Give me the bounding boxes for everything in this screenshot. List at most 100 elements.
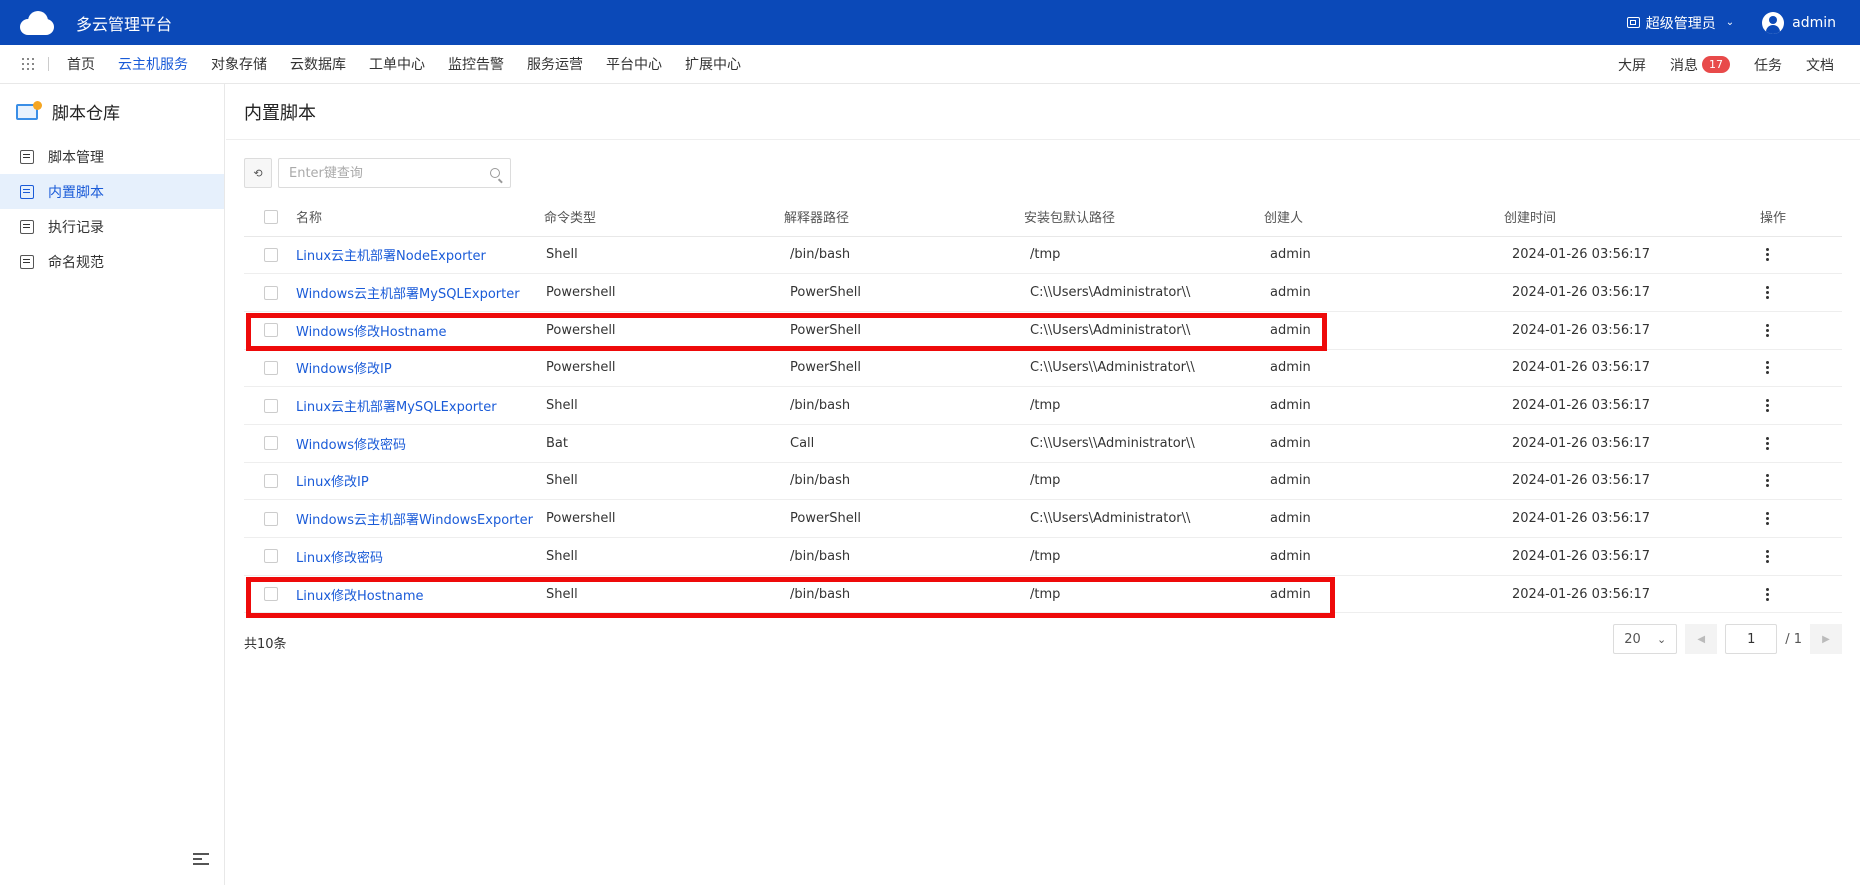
sidebar-item[interactable]: 执行记录 <box>0 209 224 244</box>
nav-item[interactable]: 云数据库 <box>290 54 346 74</box>
sidebar-item[interactable]: 脚本管理 <box>0 139 224 174</box>
nav-bar: 首页 云主机服务 对象存储 云数据库 工单中心 监控告警 服务运营 平台中心 扩展中心 大屏 消… <box>0 45 1860 84</box>
script-name-link[interactable]: Windows修改IP <box>296 362 392 377</box>
more-vertical-icon[interactable] <box>1766 361 1769 375</box>
nav-item[interactable]: 监控告警 <box>448 54 504 74</box>
refresh-button[interactable]: ⟲ <box>244 158 272 188</box>
row-checkbox[interactable] <box>264 511 278 526</box>
select-all-checkbox[interactable] <box>264 209 278 224</box>
cell-interpreter: PowerShell <box>790 322 862 338</box>
cell-creator: admin <box>1270 511 1311 527</box>
role-switcher[interactable]: 超级管理员 ⌄ <box>1626 13 1734 33</box>
cell-type: Bat <box>546 435 568 451</box>
chevron-right-icon: ▶ <box>1822 633 1830 645</box>
user-menu[interactable]: admin <box>1762 11 1836 34</box>
more-vertical-icon[interactable] <box>1766 474 1769 488</box>
more-vertical-icon[interactable] <box>1766 399 1769 413</box>
cell-path: /tmp <box>1030 586 1061 602</box>
page-size-select[interactable]: 20 ⌄ <box>1613 624 1678 654</box>
column-header-type: 命令类型 <box>544 198 784 237</box>
refresh-icon: ⟲ <box>253 166 263 180</box>
sidebar: 脚本仓库 脚本管理内置脚本执行记录 命名规范 <box>0 84 225 885</box>
row-checkbox[interactable] <box>264 473 278 488</box>
script-name-link[interactable]: Linux修改Hostname <box>296 589 424 604</box>
row-checkbox[interactable] <box>264 285 278 300</box>
app-title: 多云管理平台 <box>76 14 173 34</box>
nav-item[interactable]: 云主机服务 <box>118 54 188 74</box>
table-row: Linux修改密码 Shell/bin/bash/tmp admin 2024-01-… <box>244 537 1842 576</box>
cell-creator: admin <box>1270 586 1311 602</box>
script-name-link[interactable]: Linux云主机部署MySQLExporter <box>296 400 497 415</box>
script-name-link[interactable]: Windows修改Hostname <box>296 325 447 340</box>
row-checkbox[interactable] <box>264 247 278 262</box>
message-count-badge: 17 <box>1702 56 1730 73</box>
cell-interpreter: /bin/bash <box>790 548 851 564</box>
top-bar: 多云管理平台 超级管理员 ⌄ admin <box>0 0 1860 45</box>
nav-item[interactable]: 工单中心 <box>369 54 425 74</box>
nav-screen[interactable]: 大屏 <box>1618 55 1646 75</box>
script-name-link[interactable]: Windows云主机部署WindowsExporter <box>296 513 533 528</box>
more-vertical-icon[interactable] <box>1766 248 1769 262</box>
sidebar-item[interactable]: 命名规范 <box>0 244 224 279</box>
search-icon[interactable] <box>490 168 500 178</box>
nav-item[interactable]: 首页 <box>67 54 95 74</box>
more-vertical-icon[interactable] <box>1766 512 1769 526</box>
prev-page-button[interactable]: ◀ <box>1685 624 1718 654</box>
page-number-input[interactable] <box>1725 624 1778 654</box>
nav-messages-label: 消息 <box>1670 57 1698 74</box>
script-name-link[interactable]: Linux修改密码 <box>296 551 383 566</box>
script-name-link[interactable]: Linux修改IP <box>296 475 369 490</box>
cell-type: Shell <box>546 548 578 564</box>
column-header-creator: 创建人 <box>1264 198 1504 237</box>
script-name-link[interactable]: Linux云主机部署NodeExporter <box>296 249 486 264</box>
script-repo-icon <box>16 100 42 123</box>
nav-item[interactable]: 平台中心 <box>606 54 662 74</box>
cell-path: /tmp <box>1030 548 1061 564</box>
nav-item[interactable]: 服务运营 <box>527 54 583 74</box>
chevron-left-icon: ◀ <box>1697 633 1706 645</box>
toolbar: ⟲ <box>244 158 511 188</box>
sidebar-header: 脚本仓库 <box>0 84 224 139</box>
table-row: Linux修改IP Shell/bin/bash/tmp admin 2024-01-… <box>244 462 1842 501</box>
nav-item[interactable]: 对象存储 <box>211 54 267 74</box>
nav-docs[interactable]: 文档 <box>1806 55 1834 75</box>
next-page-button[interactable]: ▶ <box>1810 624 1842 654</box>
cell-path: C:\\Users\Administrator\\ <box>1030 322 1191 338</box>
row-checkbox[interactable] <box>264 323 278 338</box>
more-vertical-icon[interactable] <box>1766 286 1769 300</box>
search-input[interactable] <box>279 159 510 187</box>
cloud-logo-icon <box>20 10 54 35</box>
more-vertical-icon[interactable] <box>1766 436 1769 450</box>
cell-type: Shell <box>546 473 578 489</box>
cell-type: Shell <box>546 247 578 263</box>
nav-tasks[interactable]: 任务 <box>1754 55 1782 75</box>
sidebar-item-label: 脚本管理 <box>48 149 104 166</box>
nav-messages[interactable]: 消息 17 <box>1670 55 1730 75</box>
row-checkbox[interactable] <box>264 587 278 602</box>
column-header-time: 创建时间 <box>1504 198 1760 237</box>
sidebar-item[interactable]: 内置脚本 <box>0 174 224 209</box>
row-checkbox[interactable] <box>264 436 278 451</box>
more-vertical-icon[interactable] <box>1766 549 1769 563</box>
row-checkbox[interactable] <box>264 398 278 413</box>
nav-item[interactable]: 扩展中心 <box>685 54 741 74</box>
sidebar-item-label: 内置脚本 <box>48 184 104 201</box>
more-vertical-icon[interactable] <box>1766 323 1769 337</box>
search-box <box>278 158 511 188</box>
code-file-icon <box>20 149 34 164</box>
script-name-link[interactable]: Windows修改密码 <box>296 438 406 453</box>
chevron-down-icon: ⌄ <box>1656 632 1667 646</box>
apps-grid-icon[interactable] <box>22 58 34 70</box>
naming-icon <box>20 254 34 269</box>
row-checkbox[interactable] <box>264 360 278 375</box>
script-name-link[interactable]: Windows云主机部署MySQLExporter <box>296 287 520 302</box>
collapse-sidebar-icon[interactable] <box>193 853 209 865</box>
cell-interpreter: /bin/bash <box>790 398 851 414</box>
cell-time: 2024-01-26 03:56:17 <box>1512 435 1651 451</box>
cell-path: /tmp <box>1030 247 1061 263</box>
user-name: admin <box>1792 14 1836 31</box>
cell-time: 2024-01-26 03:56:17 <box>1512 322 1651 338</box>
main-content: 内置脚本 ⟲ 名称 命令类型 解释器路径 安装包默认路径 创建人 创建时间 操作… <box>226 84 1860 885</box>
more-vertical-icon[interactable] <box>1766 587 1769 601</box>
row-checkbox[interactable] <box>264 549 278 564</box>
